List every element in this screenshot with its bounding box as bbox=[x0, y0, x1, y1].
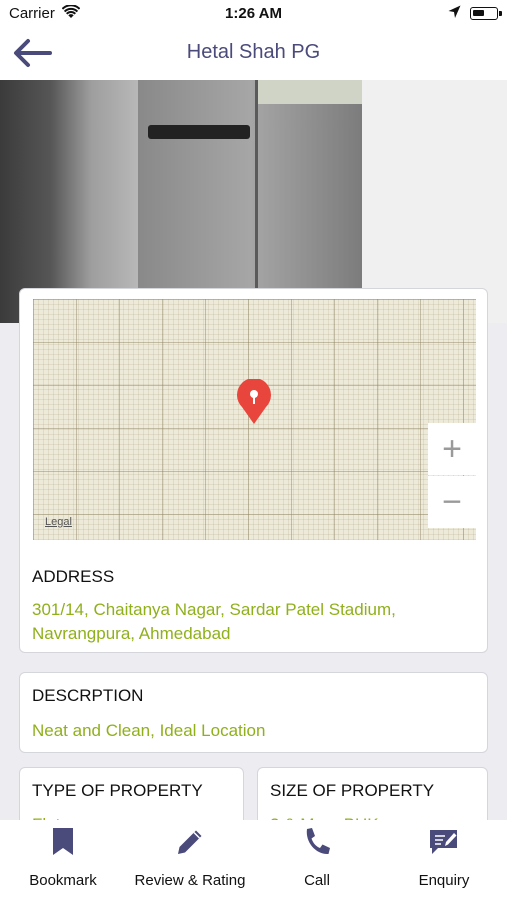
map-pin-icon[interactable] bbox=[236, 377, 272, 425]
description-value: Neat and Clean, Ideal Location bbox=[32, 721, 266, 740]
address-label: ADDRESS bbox=[32, 567, 115, 586]
enquiry-icon bbox=[381, 826, 507, 858]
navigation-bar: Hetal Shah PG bbox=[0, 28, 507, 80]
tab-review-rating[interactable]: Review & Rating bbox=[127, 820, 253, 900]
tab-label: Review & Rating bbox=[134, 872, 246, 889]
page-title: Hetal Shah PG bbox=[186, 41, 321, 63]
bookmark-icon bbox=[0, 826, 126, 858]
status-bar: Carrier 1:26 AM bbox=[0, 0, 507, 28]
tab-label: Enquiry bbox=[418, 872, 470, 889]
map-view[interactable]: + − Legal bbox=[33, 299, 476, 540]
zoom-out-button[interactable]: − bbox=[428, 476, 476, 528]
size-of-property-label: SIZE OF PROPERTY bbox=[270, 781, 435, 800]
tab-enquiry[interactable]: Enquiry bbox=[381, 820, 507, 900]
description-label: DESCRPTION bbox=[32, 686, 144, 705]
location-card: + − Legal ADDRESS 301/14, Chaitanya Naga… bbox=[19, 288, 488, 653]
battery-icon bbox=[470, 7, 502, 20]
type-of-property-label: TYPE OF PROPERTY bbox=[32, 781, 203, 800]
tab-label: Call bbox=[304, 872, 330, 889]
pencil-icon bbox=[127, 826, 253, 858]
address-value: 301/14, Chaitanya Nagar, Sardar Patel St… bbox=[32, 600, 396, 643]
clock-label: 1:26 AM bbox=[225, 5, 282, 22]
map-legal-link[interactable]: Legal bbox=[45, 516, 72, 528]
phone-icon bbox=[254, 826, 380, 858]
location-arrow-icon bbox=[448, 5, 461, 23]
bottom-tab-bar: Bookmark Review & Rating Call Enquiry bbox=[0, 820, 507, 900]
description-card: DESCRPTION Neat and Clean, Ideal Locatio… bbox=[19, 672, 488, 753]
tab-call[interactable]: Call bbox=[254, 820, 380, 900]
tab-bookmark[interactable]: Bookmark bbox=[0, 820, 126, 900]
property-photo[interactable] bbox=[0, 80, 507, 323]
zoom-in-button[interactable]: + bbox=[428, 423, 476, 475]
tab-label: Bookmark bbox=[29, 872, 97, 889]
